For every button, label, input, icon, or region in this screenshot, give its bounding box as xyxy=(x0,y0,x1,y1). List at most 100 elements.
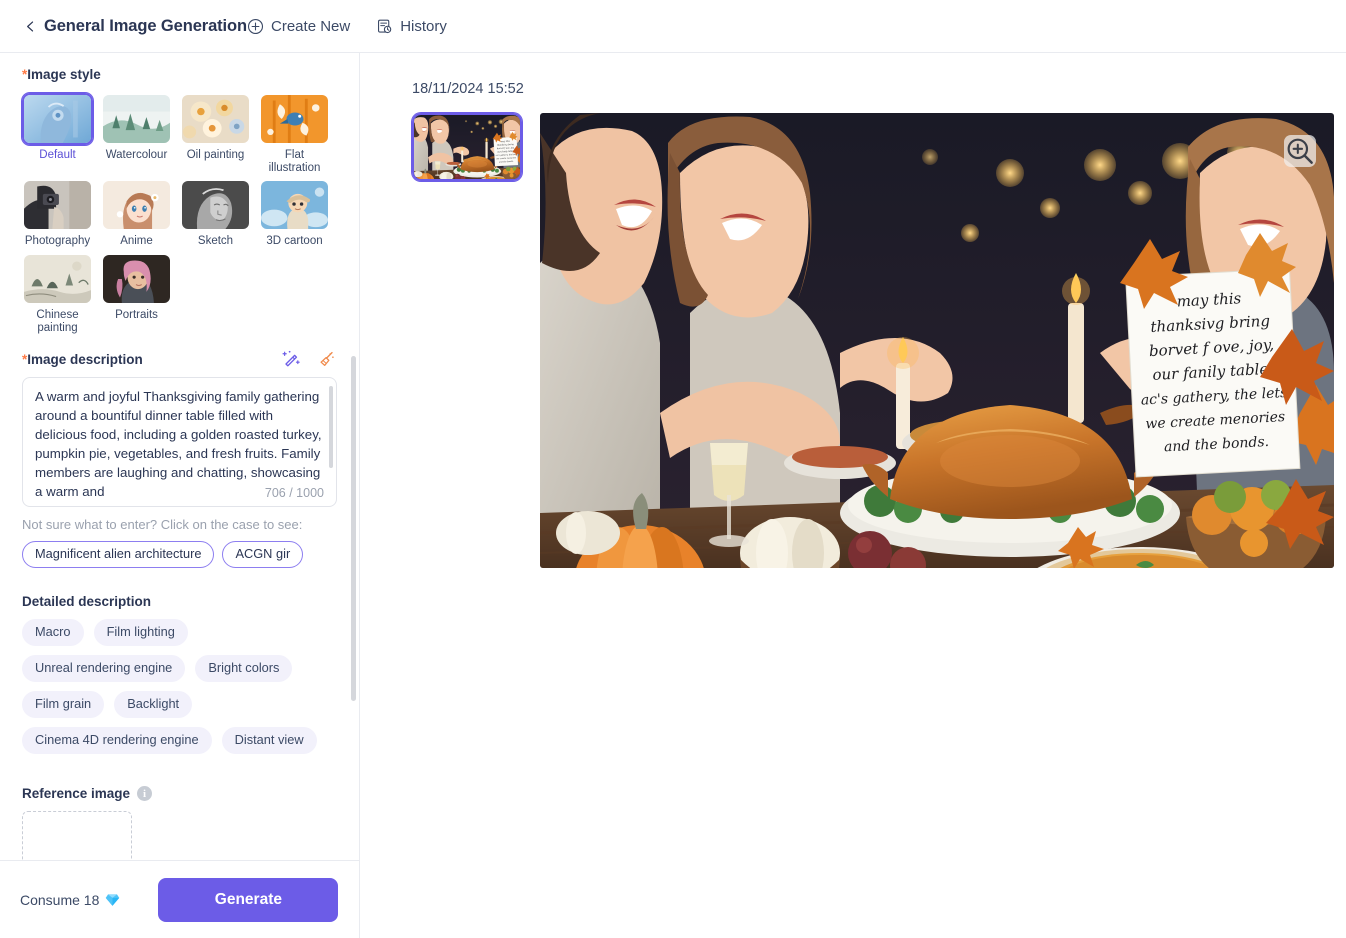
style-option-watercolour[interactable]: Watercolour xyxy=(101,93,179,175)
character-counter: 706 / 1000 xyxy=(258,486,324,501)
tag-macro[interactable]: Macro xyxy=(22,619,84,647)
app-root: General Image Generation Create New Hist… xyxy=(0,0,1346,938)
circle-plus-icon xyxy=(247,18,264,34)
result-row: may this thanksivg bring borvet f ove, j… xyxy=(412,113,1346,568)
create-new-button[interactable]: Create New xyxy=(247,18,350,35)
generate-button[interactable]: Generate xyxy=(158,877,339,922)
style-thumb-portraits xyxy=(101,253,172,305)
image-description-label: *Image description xyxy=(22,352,143,367)
anime-style-preview-icon xyxy=(103,181,170,230)
image-style-label-text: Image style xyxy=(27,67,101,82)
chevron-left-icon xyxy=(26,20,33,32)
page-title: General Image Generation xyxy=(44,16,248,35)
sidebar-footer: Consume 18 Generate xyxy=(0,860,359,938)
back-button[interactable] xyxy=(22,16,38,36)
style-label-chinese-painting: Chinese painting xyxy=(36,308,79,334)
style-label-flat-illustration: Flat illustration xyxy=(268,149,321,175)
tag-backlight[interactable]: Backlight xyxy=(114,691,193,719)
generation-timestamp: 18/11/2024 15:52 xyxy=(412,81,524,97)
3d-cartoon-style-preview-icon xyxy=(261,181,328,230)
broom-icon[interactable] xyxy=(317,349,337,369)
example-chips: Magnificent alien architecture ACGN gir xyxy=(22,541,337,569)
tag-cinema-4d-rendering-engine[interactable]: Cinema 4D rendering engine xyxy=(22,727,212,755)
style-label-anime: Anime xyxy=(120,235,153,248)
image-style-label: *Image style xyxy=(22,67,337,82)
image-description-label-text: Image description xyxy=(27,351,143,367)
style-thumb-sketch xyxy=(180,179,251,231)
image-style-grid: Default Watercolour Oil painting Flat il… xyxy=(22,93,337,335)
flat-illustration-style-preview-icon xyxy=(261,95,328,143)
history-label: History xyxy=(400,17,447,35)
result-image[interactable]: may this thanksivg bring borvet f ove, j… xyxy=(540,113,1334,568)
default-style-preview-icon xyxy=(24,95,91,143)
consume-label: Consume 18 xyxy=(20,891,100,908)
style-thumb-chinese-painting xyxy=(22,253,93,305)
sidebar-scrollbar[interactable] xyxy=(351,356,356,701)
textarea-scrollbar[interactable] xyxy=(329,386,333,469)
sidebar-scroll-area[interactable]: *Image style Default Watercolour Oil pai… xyxy=(0,53,359,860)
style-label-portraits: Portraits xyxy=(115,308,158,321)
zoom-image-button[interactable] xyxy=(1284,135,1316,167)
style-thumb-3d-cartoon xyxy=(259,179,330,231)
svg-text:may this: may this xyxy=(1176,289,1242,310)
result-thumbnail[interactable] xyxy=(412,113,522,181)
style-thumb-anime xyxy=(101,179,172,231)
detailed-description-tags: Macro Film lighting Unreal rendering eng… xyxy=(22,619,327,755)
magnifier-plus-icon xyxy=(1287,138,1313,164)
style-option-flat-illustration[interactable]: Flat illustration xyxy=(259,93,337,175)
tag-unreal-rendering-engine[interactable]: Unreal rendering engine xyxy=(22,655,186,683)
diamond-icon xyxy=(106,893,120,906)
history-button[interactable]: History xyxy=(376,18,447,35)
description-tools xyxy=(281,349,337,369)
style-label-3d-cartoon: 3D cartoon xyxy=(266,235,323,248)
tag-film-lighting[interactable]: Film lighting xyxy=(93,619,188,647)
info-icon[interactable]: i xyxy=(137,786,153,802)
watercolour-style-preview-icon xyxy=(103,95,170,143)
example-chip-acgn-gir[interactable]: ACGN gir xyxy=(222,541,304,569)
chinese-painting-style-preview-icon xyxy=(24,254,91,303)
top-bar: General Image Generation Create New Hist… xyxy=(0,0,1346,53)
tag-bright-colors[interactable]: Bright colors xyxy=(195,655,293,683)
style-thumb-watercolour xyxy=(101,93,172,145)
history-icon xyxy=(378,19,392,33)
tag-distant-view[interactable]: Distant view xyxy=(221,727,317,755)
style-option-portraits[interactable]: Portraits xyxy=(101,253,179,335)
style-label-photography: Photography xyxy=(24,235,91,248)
style-label-watercolour: Watercolour xyxy=(105,149,168,161)
reference-image-header: Reference image i xyxy=(22,786,337,802)
style-option-oil-painting[interactable]: Oil painting xyxy=(180,93,258,175)
magic-wand-icon[interactable] xyxy=(281,349,301,369)
style-label-oil-painting: Oil painting xyxy=(186,149,245,161)
reference-image-dropzone[interactable] xyxy=(22,811,132,860)
style-label-default: Default xyxy=(39,149,76,161)
reference-image-label: Reference image xyxy=(22,786,131,802)
style-option-sketch[interactable]: Sketch xyxy=(180,179,258,248)
detailed-description-label: Detailed description xyxy=(22,594,152,610)
style-option-default[interactable]: Default xyxy=(22,93,100,175)
consume-cost: Consume 18 xyxy=(20,892,120,908)
thanksgiving-image: may this thanksivg bring borvet f ove, j… xyxy=(540,113,1334,568)
sketch-style-preview-icon xyxy=(182,181,249,230)
style-option-chinese-painting[interactable]: Chinese painting xyxy=(22,253,100,335)
style-option-anime[interactable]: Anime xyxy=(101,179,179,248)
style-thumb-default xyxy=(22,93,93,145)
oil-painting-style-preview-icon xyxy=(182,95,249,143)
create-new-label: Create New xyxy=(271,17,351,35)
style-thumb-oil-painting xyxy=(180,93,251,145)
photography-style-preview-icon xyxy=(24,181,91,230)
style-option-3d-cartoon[interactable]: 3D cartoon xyxy=(259,179,337,248)
style-label-sketch: Sketch xyxy=(197,235,234,248)
portraits-style-preview-icon xyxy=(103,254,170,303)
example-hint: Not sure what to enter? Click on the cas… xyxy=(22,517,303,533)
body: *Image style Default Watercolour Oil pai… xyxy=(0,53,1346,938)
result-panel: 18/11/2024 15:52 may this thanksivg brin… xyxy=(360,53,1346,938)
style-thumb-flat-illustration xyxy=(259,93,330,145)
image-description-header: *Image description xyxy=(22,349,337,369)
style-thumb-photography xyxy=(22,179,93,231)
example-chip-alien-architecture[interactable]: Magnificent alien architecture xyxy=(22,541,215,569)
tag-film-grain[interactable]: Film grain xyxy=(22,691,105,719)
image-description-value: A warm and joyful Thanksgiving family ga… xyxy=(35,389,326,500)
style-option-photography[interactable]: Photography xyxy=(22,179,100,248)
settings-sidebar: *Image style Default Watercolour Oil pai… xyxy=(0,53,360,938)
image-description-input[interactable]: A warm and joyful Thanksgiving family ga… xyxy=(22,377,337,508)
